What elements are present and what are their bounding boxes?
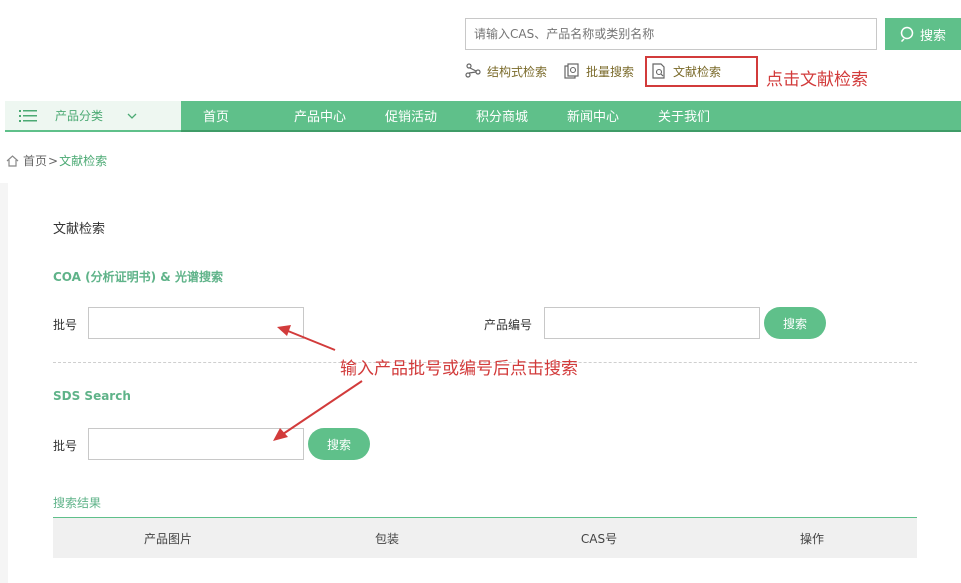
annotation-arrows — [273, 325, 363, 441]
arrowhead-sds — [273, 428, 288, 441]
arrow-to-sds-batch — [282, 380, 363, 435]
arrowhead-coa — [277, 325, 291, 336]
page: 搜索 结构式检索 批量搜索 文献检索 点击文献检索 — [0, 0, 961, 583]
arrow-to-coa-batch — [287, 330, 336, 351]
